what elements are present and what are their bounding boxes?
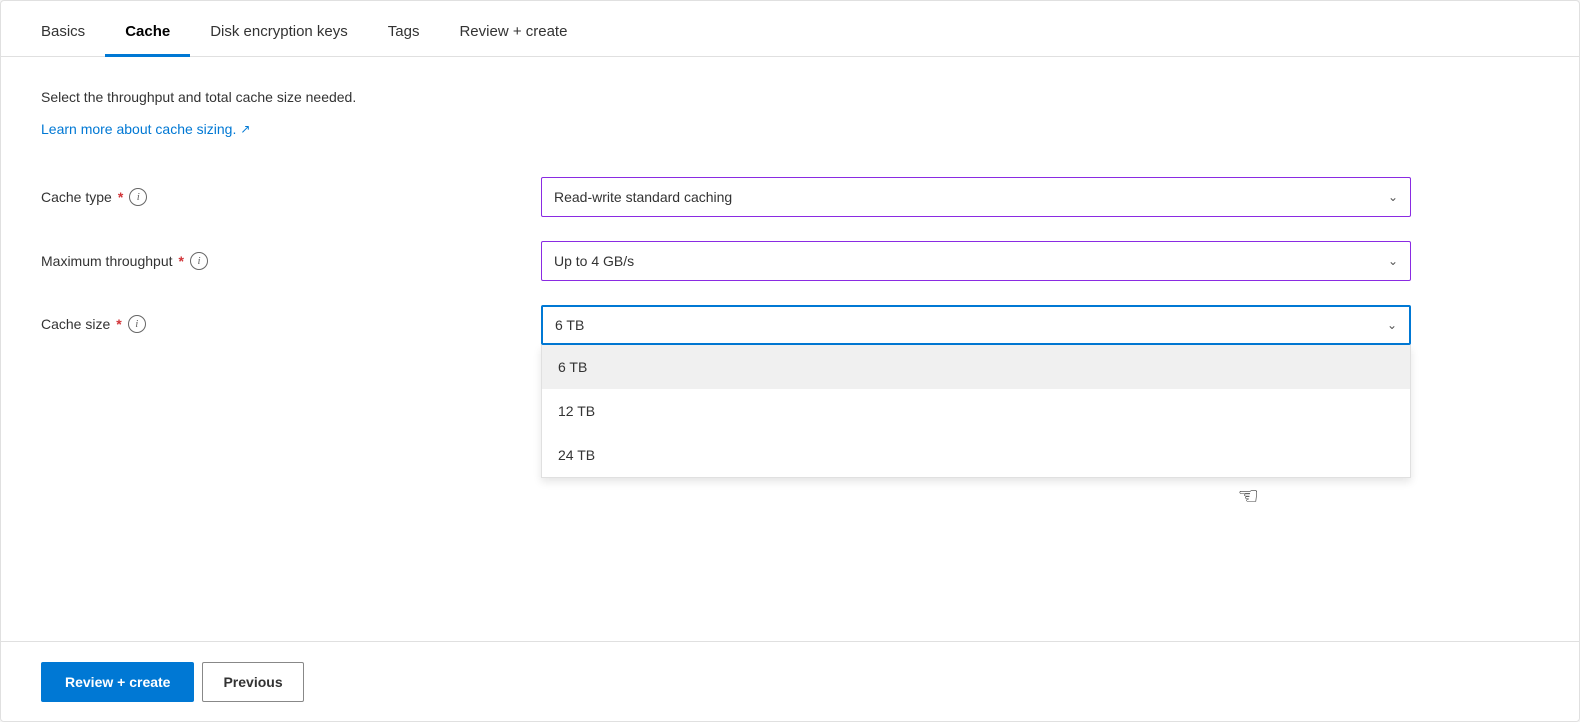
- external-link-icon: ↗: [240, 122, 250, 136]
- description-text: Select the throughput and total cache si…: [41, 89, 1539, 105]
- cache-type-dropdown[interactable]: Read-write standard caching ⌄: [541, 177, 1411, 217]
- tab-disk-encryption[interactable]: Disk encryption keys: [190, 23, 368, 57]
- cache-size-info-icon[interactable]: i: [128, 315, 146, 333]
- review-create-button[interactable]: Review + create: [41, 662, 194, 702]
- form-fields: Cache type * i Read-write standard cachi…: [41, 177, 1539, 369]
- cache-type-required: *: [118, 189, 123, 205]
- cache-size-required: *: [116, 316, 121, 332]
- cache-size-option-24tb[interactable]: 24 TB: [542, 433, 1410, 477]
- cache-size-dropdown-menu: 6 TB 12 TB 24 TB: [541, 345, 1411, 478]
- max-throughput-arrow-icon: ⌄: [1388, 254, 1398, 268]
- bottom-bar: Review + create Previous: [1, 641, 1579, 721]
- cache-size-label: Cache size * i: [41, 305, 541, 333]
- main-content: Select the throughput and total cache si…: [1, 57, 1579, 721]
- cache-size-control: 6 TB ⌄ 6 TB 12 TB 24 TB: [541, 305, 1411, 345]
- cache-size-dropdown[interactable]: 6 TB ⌄: [541, 305, 1411, 345]
- tabs-bar: Basics Cache Disk encryption keys Tags R…: [1, 1, 1579, 57]
- cache-type-arrow-icon: ⌄: [1388, 190, 1398, 204]
- tab-tags[interactable]: Tags: [368, 23, 440, 57]
- tab-basics[interactable]: Basics: [41, 23, 105, 57]
- max-throughput-control: Up to 4 GB/s ⌄: [541, 241, 1411, 281]
- max-throughput-required: *: [179, 253, 184, 269]
- tab-cache[interactable]: Cache: [105, 23, 190, 57]
- cache-size-option-12tb[interactable]: 12 TB: [542, 389, 1410, 433]
- cache-size-option-6tb[interactable]: 6 TB: [542, 345, 1410, 389]
- cache-type-label: Cache type * i: [41, 188, 541, 206]
- tab-review-create[interactable]: Review + create: [439, 23, 587, 57]
- learn-more-link[interactable]: Learn more about cache sizing. ↗: [41, 121, 250, 137]
- max-throughput-row: Maximum throughput * i Up to 4 GB/s ⌄: [41, 241, 1539, 281]
- cache-size-row: Cache size * i 6 TB ⌄ 6 TB: [41, 305, 1539, 345]
- cache-type-row: Cache type * i Read-write standard cachi…: [41, 177, 1539, 217]
- previous-button[interactable]: Previous: [202, 662, 303, 702]
- cache-size-arrow-icon: ⌄: [1387, 318, 1397, 332]
- max-throughput-label: Maximum throughput * i: [41, 252, 541, 270]
- cache-type-control: Read-write standard caching ⌄: [541, 177, 1411, 217]
- cache-type-info-icon[interactable]: i: [129, 188, 147, 206]
- cursor-hand-icon: ☜: [1237, 482, 1259, 511]
- page-container: Basics Cache Disk encryption keys Tags R…: [0, 0, 1580, 722]
- max-throughput-info-icon[interactable]: i: [190, 252, 208, 270]
- max-throughput-dropdown[interactable]: Up to 4 GB/s ⌄: [541, 241, 1411, 281]
